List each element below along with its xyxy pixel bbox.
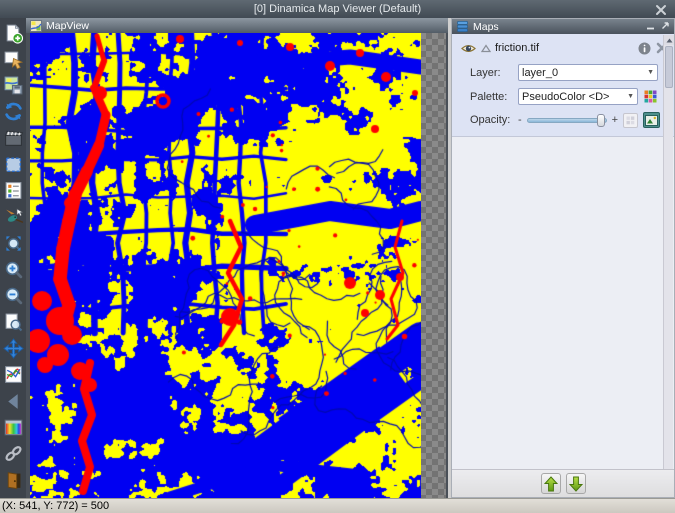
maps-footer bbox=[452, 469, 674, 497]
pan-icon[interactable] bbox=[1, 337, 25, 361]
layer-dropdown[interactable]: layer_0 ▼ bbox=[518, 64, 658, 81]
chevron-down-icon: ▼ bbox=[647, 69, 654, 76]
zoom-out-icon[interactable] bbox=[1, 284, 25, 308]
zoom-in-icon[interactable] bbox=[1, 258, 25, 282]
mapview-panel: MapView bbox=[26, 18, 448, 498]
visibility-eye-icon[interactable] bbox=[461, 42, 476, 55]
scrollbar-thumb[interactable] bbox=[665, 46, 673, 88]
map-raster[interactable] bbox=[30, 33, 421, 498]
chevron-down-icon: ▼ bbox=[627, 93, 634, 100]
mapview-icon bbox=[30, 20, 42, 32]
scroll-up-icon[interactable] bbox=[664, 35, 674, 45]
zoom-actual-size-icon[interactable] bbox=[1, 310, 25, 334]
layer-dropdown-value: layer_0 bbox=[522, 67, 644, 79]
palette-swatches-icon[interactable] bbox=[643, 89, 658, 104]
maps-panel-header: Maps bbox=[452, 19, 674, 34]
zoom-to-fit-icon[interactable] bbox=[1, 231, 25, 255]
title-bar: [0] Dinamica Map Viewer (Default) bbox=[0, 0, 675, 18]
maps-panel-title: Maps bbox=[473, 21, 499, 33]
profiles-chart-icon[interactable] bbox=[1, 363, 25, 387]
mapview-title: MapView bbox=[46, 20, 89, 32]
minimize-panel-icon[interactable] bbox=[646, 21, 655, 33]
layer-card-friction: friction.tif Layer: layer_0 ▼ Palette: bbox=[452, 34, 674, 137]
reload-icon[interactable] bbox=[1, 100, 25, 124]
opacity-label: Opacity: bbox=[470, 114, 518, 126]
layer-file-name: friction.tif bbox=[495, 42, 633, 54]
opacity-slider-handle[interactable] bbox=[597, 114, 605, 127]
palette-row: Palette: PseudoColor <D> ▼ bbox=[456, 88, 668, 105]
select-region-icon[interactable] bbox=[1, 152, 25, 176]
synchronize-views-icon[interactable] bbox=[1, 442, 25, 466]
maps-scrollbar[interactable] bbox=[663, 35, 673, 484]
status-bar: (X: 541, Y: 772) = 500 bbox=[0, 498, 675, 513]
new-map-icon[interactable] bbox=[1, 21, 25, 45]
select-icon[interactable] bbox=[1, 47, 25, 71]
color-palette-icon[interactable] bbox=[1, 415, 25, 439]
opacity-slider-track[interactable] bbox=[527, 118, 607, 123]
layer-label: Layer: bbox=[470, 67, 518, 79]
export-image-button[interactable] bbox=[643, 112, 660, 128]
map-transparency-background bbox=[30, 33, 446, 498]
save-map-icon[interactable] bbox=[1, 74, 25, 98]
window-close-icon[interactable] bbox=[655, 3, 667, 15]
exit-door-icon[interactable] bbox=[1, 468, 25, 492]
palette-dropdown[interactable]: PseudoColor <D> ▼ bbox=[518, 88, 638, 105]
opacity-slider[interactable] bbox=[527, 114, 607, 127]
hummingbird-icon[interactable] bbox=[1, 205, 25, 229]
move-layer-down-button[interactable] bbox=[566, 473, 586, 494]
window-title: [0] Dinamica Map Viewer (Default) bbox=[254, 3, 421, 15]
layer-info-icon[interactable] bbox=[638, 42, 651, 55]
app-window: [0] Dinamica Map Viewer (Default) bbox=[0, 0, 675, 513]
layer-row: Layer: layer_0 ▼ bbox=[456, 64, 668, 81]
float-panel-icon[interactable] bbox=[661, 21, 670, 33]
mapview-header: MapView bbox=[26, 18, 448, 33]
animation-icon[interactable] bbox=[1, 126, 25, 150]
collapse-triangle-icon[interactable] bbox=[481, 44, 491, 53]
move-layer-up-button[interactable] bbox=[541, 473, 561, 494]
palette-dropdown-value: PseudoColor <D> bbox=[522, 91, 624, 103]
left-toolbar bbox=[0, 18, 26, 498]
legend-icon[interactable] bbox=[1, 179, 25, 203]
layers-icon bbox=[456, 20, 469, 33]
previous-icon[interactable] bbox=[1, 389, 25, 413]
opacity-row: Opacity: - + bbox=[456, 112, 668, 128]
opacity-plus-button[interactable]: + bbox=[612, 114, 618, 126]
maps-panel: Maps friction.tif bbox=[451, 18, 675, 498]
cursor-coordinates: (X: 541, Y: 772) = 500 bbox=[2, 500, 109, 512]
opacity-minus-button[interactable]: - bbox=[518, 114, 522, 126]
palette-label: Palette: bbox=[470, 91, 518, 103]
histogram-button[interactable] bbox=[623, 113, 638, 128]
